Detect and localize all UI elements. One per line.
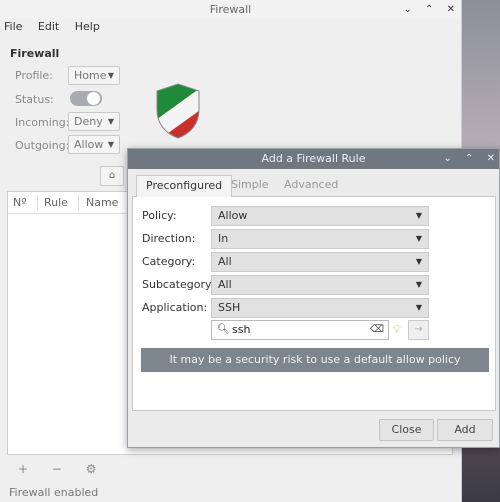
direction-select[interactable]: In ▼ bbox=[211, 229, 429, 249]
maximize-button[interactable]: ⌃ bbox=[425, 4, 433, 15]
rule-tools: + − ⚙ bbox=[18, 462, 117, 476]
direction-value: In bbox=[218, 232, 229, 245]
menu-file[interactable]: File bbox=[4, 20, 22, 33]
chevron-down-icon: ▼ bbox=[107, 140, 114, 149]
close-button[interactable]: ✕ bbox=[447, 4, 455, 15]
category-select[interactable]: All ▼ bbox=[211, 252, 429, 272]
incoming-label: Incoming: bbox=[15, 116, 70, 129]
close-dialog-button[interactable]: Close bbox=[379, 419, 434, 441]
chevron-down-icon: ▼ bbox=[415, 211, 422, 220]
menu-help[interactable]: Help bbox=[75, 20, 100, 33]
arrow-right-button[interactable]: → bbox=[408, 320, 429, 340]
status-bar: Firewall enabled bbox=[9, 486, 99, 499]
dialog-window-controls: ⌄ ⌃ ✕ bbox=[433, 149, 495, 169]
direction-label: Direction: bbox=[142, 232, 196, 245]
add-rule-submit-button[interactable]: Add bbox=[437, 419, 493, 441]
home-icon: ⌂ bbox=[108, 170, 116, 181]
column-name[interactable]: Name bbox=[86, 196, 118, 209]
incoming-select[interactable]: Deny ▼ bbox=[68, 112, 120, 131]
clear-icon[interactable]: ⌫ bbox=[370, 321, 384, 339]
shield-icon bbox=[156, 83, 200, 139]
application-select[interactable]: SSH ▼ bbox=[211, 298, 429, 318]
profile-select[interactable]: Home ▼ bbox=[68, 66, 120, 85]
home-button[interactable]: ⌂ bbox=[100, 166, 124, 186]
dialog-tabs: Preconfigured Simple Advanced bbox=[132, 175, 496, 197]
dialog-close-button[interactable]: ✕ bbox=[487, 153, 495, 164]
tab-simple[interactable]: Simple bbox=[231, 175, 269, 197]
remove-rule-button[interactable]: − bbox=[52, 462, 62, 476]
column-number[interactable]: Nº bbox=[13, 196, 26, 209]
outgoing-label: Outgoing: bbox=[15, 139, 70, 152]
column-rule[interactable]: Rule bbox=[44, 196, 68, 209]
category-value: All bbox=[218, 255, 232, 268]
policy-select[interactable]: Allow ▼ bbox=[211, 206, 429, 226]
subcategory-label: Subcategory: bbox=[142, 278, 215, 291]
profile-value: Home bbox=[74, 69, 107, 82]
incoming-value: Deny bbox=[74, 115, 103, 128]
status-label: Status: bbox=[15, 93, 54, 106]
dialog-minimize-button[interactable]: ⌄ bbox=[443, 153, 451, 164]
policy-value: Allow bbox=[218, 209, 248, 222]
window-title: Firewall bbox=[209, 3, 252, 16]
application-value: SSH bbox=[218, 301, 241, 314]
chevron-down-icon: ▼ bbox=[415, 280, 422, 289]
policy-label: Policy: bbox=[142, 209, 177, 222]
dialog-title: Add a Firewall Rule bbox=[261, 152, 366, 165]
lightbulb-icon: 💡︎ bbox=[393, 323, 401, 336]
main-titlebar[interactable]: Firewall ⌄ ⌃ ✕ bbox=[0, 0, 461, 19]
add-rule-button[interactable]: + bbox=[18, 462, 28, 476]
policy-warning: It may be a security risk to use a defau… bbox=[141, 348, 489, 372]
tab-preconfigured[interactable]: Preconfigured bbox=[136, 175, 233, 197]
status-toggle[interactable] bbox=[70, 91, 102, 106]
application-label: Application: bbox=[142, 301, 208, 314]
chevron-down-icon: ▼ bbox=[415, 303, 422, 312]
tab-advanced[interactable]: Advanced bbox=[284, 175, 338, 197]
menu-edit[interactable]: Edit bbox=[38, 20, 59, 33]
menubar: File Edit Help bbox=[4, 20, 112, 33]
add-rule-dialog: Add a Firewall Rule ⌄ ⌃ ✕ Preconfigured … bbox=[127, 148, 500, 448]
preconfigured-panel: Policy: Allow ▼ Direction: In ▼ Category… bbox=[132, 197, 496, 411]
application-search-input[interactable]: 🔍︎ ssh ⌫ bbox=[211, 320, 389, 340]
search-icon: 🔍︎ bbox=[217, 324, 230, 335]
section-title: Firewall bbox=[10, 47, 60, 60]
toggle-knob bbox=[87, 92, 100, 105]
category-label: Category: bbox=[142, 255, 196, 268]
dialog-titlebar[interactable]: Add a Firewall Rule ⌄ ⌃ ✕ bbox=[128, 149, 499, 169]
gear-icon[interactable]: ⚙ bbox=[86, 462, 97, 476]
arrow-right-icon: → bbox=[414, 324, 423, 335]
outgoing-select[interactable]: Allow ▼ bbox=[68, 135, 120, 154]
subcategory-select[interactable]: All ▼ bbox=[211, 275, 429, 295]
dialog-maximize-button[interactable]: ⌃ bbox=[465, 153, 473, 164]
minimize-button[interactable]: ⌄ bbox=[403, 4, 411, 15]
chevron-down-icon: ▼ bbox=[107, 117, 114, 126]
chevron-down-icon: ▼ bbox=[107, 71, 114, 80]
chevron-down-icon: ▼ bbox=[415, 234, 422, 243]
chevron-down-icon: ▼ bbox=[415, 257, 422, 266]
window-controls: ⌄ ⌃ ✕ bbox=[393, 0, 455, 19]
outgoing-value: Allow bbox=[74, 138, 104, 151]
subcategory-value: All bbox=[218, 278, 232, 291]
search-value: ssh bbox=[232, 323, 251, 336]
profile-label: Profile: bbox=[15, 69, 53, 82]
